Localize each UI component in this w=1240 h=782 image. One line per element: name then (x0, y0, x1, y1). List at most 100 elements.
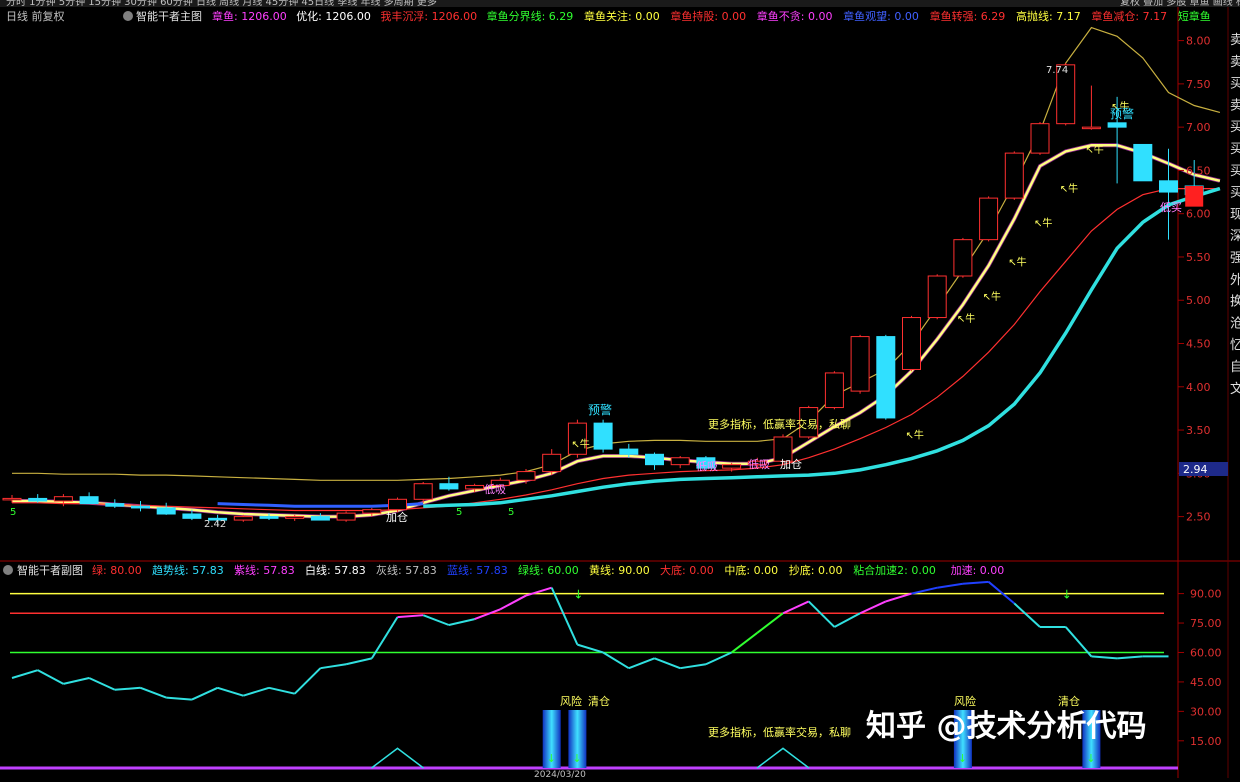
price-tick-label-9: 3.50 (1186, 424, 1211, 437)
trend-seg-10 (268, 686, 295, 695)
header-item-4: 章鱼关注: 0.00 (584, 9, 660, 23)
series-line-0 (12, 26, 1221, 481)
candle-body-11 (285, 516, 305, 519)
signal-jiacang-1: 加仓 (386, 510, 408, 524)
header-item-2: 我丰沉浮: 1206.00 (380, 10, 477, 23)
price-tick-label-2: 7.00 (1186, 121, 1211, 134)
candle-body-23 (593, 422, 613, 450)
candle-body-25 (645, 453, 664, 466)
trend-seg-33 (859, 600, 887, 615)
header-item-1: 趋势线: 57.83 (152, 563, 224, 577)
header-item-0: 章鱼: 1206.00 (212, 9, 287, 23)
trend-seg-43 (1117, 655, 1143, 660)
header-item-6: 章鱼不贪: 0.00 (757, 9, 833, 23)
header-item-4: 灰线: 57.83 (376, 563, 437, 577)
trend-seg-19 (499, 594, 527, 611)
candle-body-42 (1081, 126, 1101, 130)
sub-header: 智能干者副图 绿: 80.00 趋势线: 57.83 紫线: 57.83 白线: 57… (3, 563, 1004, 577)
low-price-label: 2.42 (204, 519, 226, 530)
trend-seg-39 (1013, 602, 1041, 628)
trend-seg-27 (705, 651, 733, 666)
side-label-14: 忆 (1230, 337, 1240, 353)
stock-chart-window: 分时 1分钟 5分钟 15分钟 30分钟 60分钟 日线 周线 月线 45分钟 … (0, 0, 1240, 780)
indicator-toggle-icon[interactable] (123, 11, 133, 21)
ind-tick-label-0: 90.00 (1190, 588, 1222, 601)
trend-seg-38 (987, 581, 1015, 605)
price-tick-label-7: 4.50 (1186, 338, 1211, 351)
header-item-9: 高抛线: 7.17 (1016, 9, 1081, 23)
candle-body-9 (233, 516, 253, 521)
candle-body-4 (105, 503, 125, 507)
trend-seg-34 (885, 592, 912, 603)
trend-seg-5 (140, 686, 167, 699)
trend-seg-7 (191, 686, 219, 701)
main-indicator-name: 智能干者主图 (136, 9, 202, 23)
ind-tick-label-2: 60.00 (1190, 646, 1222, 659)
trend-seg-26 (680, 663, 707, 670)
header-item-11: 短章鱼 (1178, 9, 1211, 23)
ind-tick-label-1: 75.00 (1190, 617, 1222, 630)
candle-body-21 (542, 453, 562, 473)
header-item-10: 章鱼减仓: 7.17 (1091, 9, 1167, 23)
candle-body-13 (336, 512, 356, 521)
trend-seg-9 (243, 686, 270, 697)
trend-seg-0 (11, 669, 38, 679)
toolbar-buttons[interactable]: 复权 叠加 多股 章鱼 画线 标记 返回 (1120, 0, 1240, 8)
header-item-7: 黄线: 90.00 (589, 563, 650, 577)
candle-body-14 (362, 509, 382, 514)
trend-seg-11 (293, 667, 322, 695)
candle-body-40 (1030, 123, 1050, 154)
period-tabs[interactable]: 分时 1分钟 5分钟 15分钟 30分钟 60分钟 日线 周线 月线 45分钟 … (6, 0, 437, 8)
bar-arrow-1: ↓ (572, 752, 581, 765)
clear-label-2: 清仓 (1058, 694, 1080, 708)
current-price-marker: 2.94 (1179, 462, 1228, 476)
niu-marker-5: ↖牛 (1034, 217, 1052, 230)
main-header: 日线 前复权 智能干者主图 章鱼: 1206.00 优化: 1206.00 我丰沉浮… (6, 9, 1211, 23)
side-label-16: 文 (1230, 382, 1240, 397)
header-item-2: 紫线: 57.83 (234, 563, 295, 577)
count-five-2: 5 (456, 507, 462, 518)
trend-seg-24 (628, 657, 655, 670)
header-item-9: 中底: 0.00 (724, 563, 778, 577)
side-label-11: 外 (1230, 273, 1240, 288)
ind-tick-label-4: 30.00 (1190, 705, 1222, 718)
candle-body-16 (413, 483, 433, 500)
candle-body-0 (2, 497, 22, 501)
signal-dixi-1: 低吸 (484, 483, 506, 496)
candle-body-38 (979, 197, 999, 241)
clear-label-1: 清仓 (588, 694, 610, 708)
candle-body-43 (1107, 122, 1127, 128)
candle-body-18 (465, 484, 485, 490)
header-item-6: 绿线: 60.00 (518, 563, 579, 577)
promo-text-main: 更多指标，低赢率交易，私聊 (708, 417, 851, 431)
candle-body-6 (156, 507, 176, 515)
trend-seg-29 (756, 612, 784, 634)
header-item-11: 粘合加速2: 0.00 (853, 563, 936, 577)
period-label: 日线 前复权 (6, 9, 65, 23)
indicator-axis: 90.00 75.00 60.00 45.00 30.00 15.00 (1178, 588, 1222, 748)
candle-body-5 (131, 505, 150, 509)
candle-body-7 (182, 513, 202, 519)
period-toolbar: 分时 1分钟 5分钟 15分钟 30分钟 60分钟 日线 周线 月线 45分钟 … (0, 0, 1240, 8)
signal-dixi-3: 低吸 (748, 458, 770, 471)
bar-arrow-3: ↓ (1086, 752, 1095, 765)
trend-seg-20 (525, 586, 552, 597)
candle-body-36 (927, 275, 947, 319)
trend-seg-15 (397, 614, 424, 619)
trend-seg-4 (114, 686, 141, 691)
header-item-5: 蓝线: 57.83 (447, 563, 508, 577)
main-price-pane: ↖牛↖牛↖牛↖牛↖牛↖牛↖牛↖牛↖牛 (2, 26, 1221, 524)
peak-arrow-0: ↓ (573, 588, 583, 602)
price-tick-label-1: 7.50 (1186, 78, 1211, 91)
header-item-3: 章鱼分界线: 6.29 (487, 9, 574, 23)
warning-label-2: 预警 (1110, 106, 1134, 121)
sub-indicator-toggle-icon[interactable] (3, 565, 13, 575)
trend-seg-13 (345, 657, 373, 666)
trend-seg-31 (807, 600, 836, 628)
header-item-8: 章鱼转强: 6.29 (930, 9, 1006, 23)
sub-indicator-name: 智能干者副图 (17, 563, 83, 577)
side-label-5: 买 (1230, 142, 1240, 157)
spike-0 (371, 747, 424, 769)
candle-body-32 (824, 372, 844, 409)
niu-marker-6: ↖牛 (1060, 182, 1078, 195)
